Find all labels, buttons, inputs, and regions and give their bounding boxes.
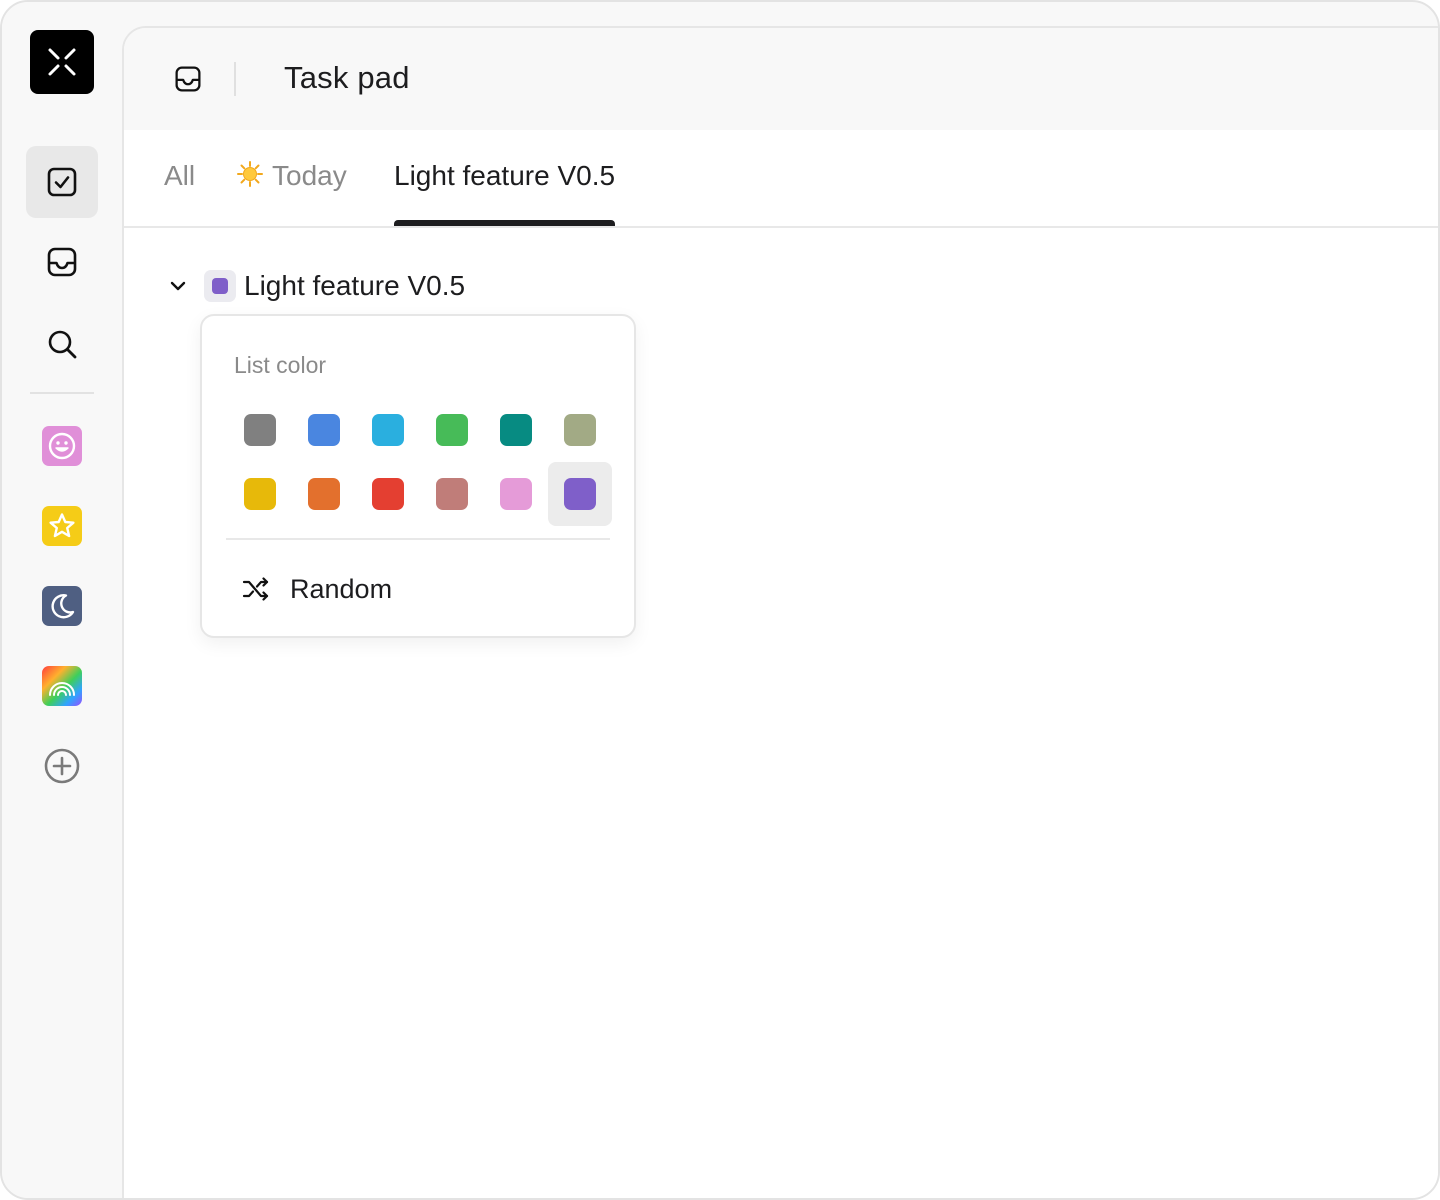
smiley-icon: [48, 432, 76, 460]
topbar-inbox-button[interactable]: [168, 64, 208, 94]
color-swatch[interactable]: [228, 398, 292, 462]
color-swatch-fill: [436, 478, 468, 510]
sidebar: [2, 2, 122, 1198]
star-icon: [49, 513, 75, 538]
search-icon: [48, 330, 77, 359]
top-bar: Task pad: [124, 28, 1438, 130]
chevron-down-icon: [170, 281, 186, 291]
color-swatch-fill: [436, 414, 468, 446]
nav-inbox[interactable]: [26, 226, 98, 298]
sun-icon: [237, 161, 263, 187]
checkbox-icon: [47, 167, 77, 197]
color-swatch[interactable]: [484, 398, 548, 462]
inbox-tray-icon: [175, 66, 201, 92]
color-swatch[interactable]: [420, 398, 484, 462]
random-color-button[interactable]: Random: [242, 566, 392, 612]
color-swatch[interactable]: [548, 462, 612, 526]
app-window: Task pad All Today Light feature V0.5 Li…: [0, 0, 1440, 1200]
color-swatch[interactable]: [548, 398, 612, 462]
list-title: Light feature V0.5: [244, 270, 466, 301]
color-swatch-fill: [308, 478, 340, 510]
random-label: Random: [290, 573, 393, 604]
popover-label: List color: [234, 352, 327, 378]
color-swatch-fill: [500, 478, 532, 510]
popover-divider: [226, 538, 610, 540]
tab-label: All: [164, 160, 196, 191]
list-color-popover: List color Random: [200, 314, 636, 638]
list-color-button[interactable]: [204, 270, 236, 302]
tab-label: Today: [272, 160, 347, 191]
color-swatch[interactable]: [292, 462, 356, 526]
color-swatch-fill: [564, 414, 596, 446]
shuffle-icon: [242, 577, 269, 601]
color-swatch[interactable]: [356, 462, 420, 526]
sidebar-list-moon[interactable]: [42, 586, 82, 626]
sidebar-list-rainbow[interactable]: [42, 666, 82, 706]
list-color-dot: [212, 278, 228, 294]
plus-circle-icon: [44, 748, 80, 784]
color-swatch[interactable]: [228, 462, 292, 526]
list-header: Light feature V0.5: [164, 266, 465, 306]
color-swatch[interactable]: [356, 398, 420, 462]
tab-label: Light feature V0.5: [394, 160, 616, 191]
color-swatch-fill: [308, 414, 340, 446]
add-list-button[interactable]: [42, 746, 82, 786]
color-swatch[interactable]: [420, 462, 484, 526]
color-swatch-fill: [500, 414, 532, 446]
color-swatch[interactable]: [292, 398, 356, 462]
page-title: Task pad: [284, 60, 410, 95]
color-swatch-fill: [372, 478, 404, 510]
inbox-tray-icon: [47, 247, 77, 277]
topbar-divider: [234, 62, 236, 96]
moon-icon: [51, 594, 75, 619]
active-tab-indicator: [394, 220, 616, 226]
tab-bar: All Today Light feature V0.5: [124, 130, 1438, 228]
color-swatch-fill: [244, 478, 276, 510]
rainbow-icon: [49, 682, 75, 696]
tab-light-feature[interactable]: Light feature V0.5: [394, 160, 616, 226]
sidebar-divider: [30, 392, 94, 394]
tab-today[interactable]: Today: [236, 160, 347, 226]
sidebar-list-smiley[interactable]: [42, 426, 82, 466]
color-swatch-grid: [228, 398, 612, 526]
tab-all[interactable]: All: [164, 160, 195, 226]
nav-search[interactable]: [26, 308, 98, 380]
color-swatch-fill: [244, 414, 276, 446]
color-swatch-fill: [372, 414, 404, 446]
color-swatch[interactable]: [484, 462, 548, 526]
sidebar-list-star[interactable]: [42, 506, 82, 546]
nav-tasks[interactable]: [26, 146, 98, 218]
logo-x-icon: [48, 48, 76, 76]
collapse-toggle[interactable]: [164, 272, 192, 300]
color-swatch-fill: [564, 478, 596, 510]
app-logo[interactable]: [30, 30, 94, 94]
